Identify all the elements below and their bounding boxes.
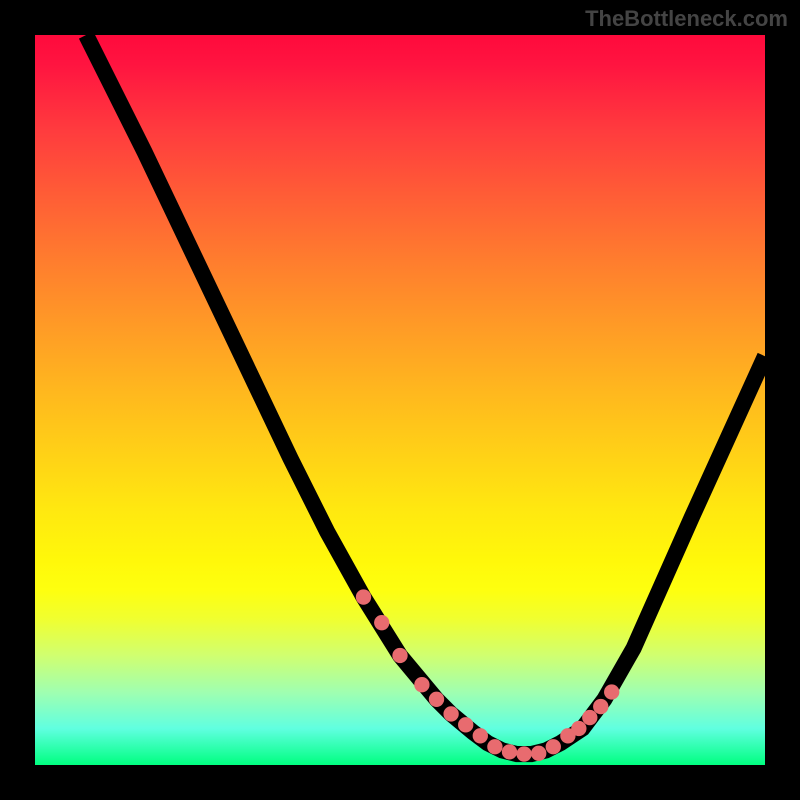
watermark-text: TheBottleneck.com [585, 6, 788, 32]
marker-dot [593, 699, 608, 714]
marker-dot [429, 692, 444, 707]
bottleneck-curve [86, 35, 765, 754]
marker-dot [458, 717, 473, 732]
marker-dot [374, 615, 389, 630]
marker-dot [414, 677, 429, 692]
marker-dot [392, 648, 407, 663]
marker-dot [571, 721, 586, 736]
marker-dot [487, 739, 502, 754]
marker-dot [502, 744, 517, 759]
chart-svg [35, 35, 765, 765]
marker-dot [546, 739, 561, 754]
marker-dot [443, 706, 458, 721]
marker-dot [516, 746, 531, 761]
marker-dot [582, 710, 597, 725]
marker-dot [604, 684, 619, 699]
chart-container: TheBottleneck.com [0, 0, 800, 800]
marker-dot [473, 728, 488, 743]
marker-dots [356, 589, 620, 761]
curve-layer [35, 35, 765, 765]
marker-dot [356, 589, 371, 604]
plot-area [35, 35, 765, 765]
marker-dot [531, 746, 546, 761]
